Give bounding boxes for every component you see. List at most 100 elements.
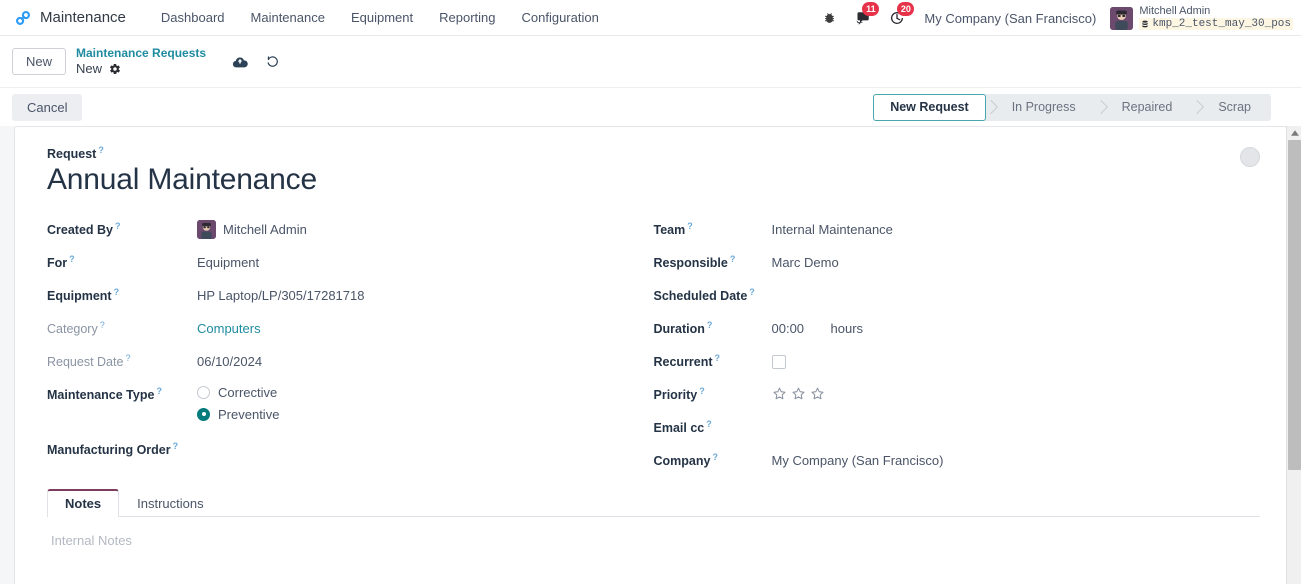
form-sheet-area: Request? Annual Maintenance Created By? (0, 126, 1301, 584)
help-marker-icon[interactable]: ? (156, 386, 162, 396)
avatar-placeholder-circle (1240, 147, 1260, 167)
help-marker-icon[interactable]: ? (749, 287, 755, 297)
activities-badge: 20 (897, 2, 915, 16)
help-marker-icon[interactable]: ? (687, 221, 693, 231)
breadcrumb-current-row: New (76, 61, 206, 77)
control-panel-breadcrumb-row: New Maintenance Requests New (0, 36, 1301, 88)
bug-icon[interactable] (814, 0, 845, 36)
field-team: Team? Internal Maintenance (654, 214, 1261, 246)
field-email-cc: Email cc? (654, 412, 1261, 444)
brand-name[interactable]: Maintenance (40, 9, 126, 26)
new-button[interactable]: New (12, 48, 67, 75)
field-value-request-date[interactable]: 06/10/2024 (197, 346, 262, 372)
field-value-equipment[interactable]: HP Laptop/LP/305/17281718 (197, 280, 364, 306)
radio-option-preventive[interactable]: Preventive (197, 407, 279, 422)
user-name: Mitchell Admin (1139, 4, 1211, 17)
breadcrumb-parent-maintenance-requests[interactable]: Maintenance Requests (76, 46, 206, 61)
tab-instructions[interactable]: Instructions (119, 489, 221, 517)
help-marker-icon[interactable]: ? (98, 145, 104, 155)
field-label-for: For? (47, 253, 75, 270)
scroll-up-arrow-icon[interactable] (1287, 126, 1301, 140)
notebook: Notes Instructions Internal Notes (47, 486, 1260, 564)
stage-scrap[interactable]: Scrap (1192, 94, 1271, 121)
user-info: Mitchell Admin kmp_2_test_may_30_pos (1139, 3, 1293, 33)
field-responsible: Responsible? Marc Demo (654, 247, 1261, 279)
field-value-company[interactable]: My Company (San Francisco) (772, 445, 944, 471)
breadcrumb: Maintenance Requests New (76, 46, 206, 77)
help-marker-icon[interactable]: ? (69, 254, 75, 264)
user-menu[interactable]: Mitchell Admin kmp_2_test_may_30_pos (1106, 3, 1293, 33)
field-value-duration: 00:00 hours (772, 313, 864, 339)
radio-option-corrective[interactable]: Corrective (197, 385, 279, 400)
link-chain-icon[interactable] (12, 7, 34, 29)
recurrent-checkbox[interactable] (771, 354, 786, 369)
help-marker-icon[interactable]: ? (699, 386, 705, 396)
messages-badge: 11 (862, 2, 880, 16)
notes-textarea[interactable]: Internal Notes (47, 517, 1260, 564)
discard-undo-icon[interactable] (265, 55, 280, 69)
company-switcher[interactable]: My Company (San Francisco) (914, 11, 1106, 26)
field-label-email-cc: Email cc? (653, 418, 712, 435)
menu-item-maintenance[interactable]: Maintenance (238, 4, 338, 31)
cloud-save-icon[interactable] (232, 55, 248, 68)
field-label-category: Category? (47, 319, 105, 336)
field-label-request-date: Request Date? (47, 352, 131, 369)
form-column-right: Team? Internal Maintenance Responsible? … (654, 214, 1261, 478)
stage-in-progress[interactable]: In Progress (986, 94, 1096, 121)
help-marker-icon[interactable]: ? (715, 353, 721, 363)
avatar (197, 220, 216, 240)
star-icon-1[interactable] (772, 386, 787, 404)
radio-label-corrective: Corrective (218, 384, 278, 400)
breadcrumb-current: New (76, 60, 103, 76)
help-marker-icon[interactable]: ? (173, 441, 179, 451)
help-marker-icon[interactable]: ? (707, 320, 713, 330)
help-marker-icon[interactable]: ? (712, 452, 718, 462)
help-marker-icon[interactable]: ? (115, 221, 121, 231)
star-icon-2[interactable] (791, 386, 806, 404)
radio-icon-selected (197, 407, 210, 421)
page-title[interactable]: Annual Maintenance (47, 163, 1260, 198)
menu-item-configuration[interactable]: Configuration (509, 4, 612, 31)
field-value-category[interactable]: Computers (197, 313, 261, 339)
stage-new-request[interactable]: New Request (873, 93, 986, 121)
field-label-priority: Priority? (653, 385, 705, 402)
field-category: Category? Computers (47, 313, 654, 345)
field-priority: Priority? (654, 379, 1261, 411)
help-marker-icon[interactable]: ? (730, 254, 736, 264)
help-marker-icon[interactable]: ? (706, 419, 712, 429)
field-value-priority (772, 379, 825, 405)
field-equipment: Equipment? HP Laptop/LP/305/17281718 (47, 280, 654, 312)
radio-icon (197, 385, 210, 399)
field-value-for[interactable]: Equipment (197, 247, 259, 273)
help-marker-icon[interactable]: ? (114, 287, 120, 297)
menu-item-equipment[interactable]: Equipment (338, 4, 426, 31)
stage-repaired[interactable]: Repaired (1096, 94, 1193, 121)
cancel-button[interactable]: Cancel (12, 93, 83, 121)
menu-item-dashboard[interactable]: Dashboard (148, 4, 238, 31)
record-actions (232, 55, 280, 69)
scrollbar-thumb[interactable] (1288, 140, 1301, 470)
field-value-created-by[interactable]: Mitchell Admin (197, 214, 307, 240)
request-field-label: Request? (47, 145, 104, 162)
field-label-created-by: Created By? (47, 220, 121, 237)
gear-icon[interactable] (109, 63, 121, 75)
help-marker-icon[interactable]: ? (125, 353, 130, 363)
field-label-team: Team? (653, 220, 693, 237)
help-marker-icon[interactable]: ? (100, 320, 105, 330)
menu-item-reporting[interactable]: Reporting (426, 4, 508, 31)
tab-notes[interactable]: Notes (47, 488, 120, 517)
created-by-name: Mitchell Admin (223, 222, 307, 238)
radio-label-preventive: Preventive (218, 406, 280, 422)
star-icon-3[interactable] (810, 386, 825, 404)
duration-input[interactable]: 00:00 (772, 321, 824, 336)
field-value-responsible[interactable]: Marc Demo (772, 247, 839, 273)
messages-icon[interactable]: 11 (845, 0, 880, 36)
field-recurrent: Recurrent? (654, 346, 1261, 378)
vertical-scrollbar[interactable] (1286, 126, 1301, 584)
field-created-by: Created By? Mitchell Admin (47, 214, 654, 246)
activities-clock-icon[interactable]: 20 (880, 0, 915, 36)
field-scheduled-date: Scheduled Date? (654, 280, 1261, 312)
avatar (1110, 6, 1134, 30)
field-for: For? Equipment (47, 247, 654, 279)
field-value-team[interactable]: Internal Maintenance (772, 214, 893, 240)
